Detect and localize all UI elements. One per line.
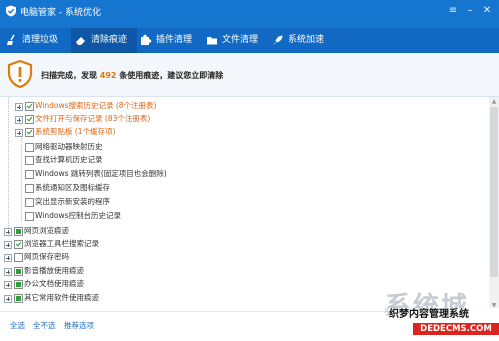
- trace-tree: Windows搜索历史记录 (8个注册表) 文件打开与保存记录 (83个注册表)…: [0, 97, 489, 310]
- tree-item-label: 其它常用软件使用痕迹: [24, 293, 99, 302]
- checkbox[interactable]: [14, 267, 23, 276]
- tree-item-file-open-save[interactable]: 文件打开与保存记录 (83个注册表): [15, 113, 315, 125]
- tree-item-jump-list[interactable]: Windows 跳转列表(固定项目也会删除): [25, 168, 325, 180]
- main-toolbar: 清理垃圾 清除痕迹 插件清理 文件清理 系统加速: [0, 28, 499, 53]
- checkbox[interactable]: [25, 156, 34, 165]
- rocket-icon: [272, 34, 284, 46]
- select-all-link[interactable]: 全选: [10, 320, 25, 331]
- eraser-icon: [75, 34, 87, 46]
- scroll-up-icon[interactable]: ▲: [489, 97, 499, 106]
- checkbox[interactable]: [14, 253, 23, 262]
- tree-item-label: 查找计算机历史记录: [35, 155, 103, 164]
- tree-item-label: 办公文档使用痕迹: [24, 279, 84, 288]
- tree-item-new-programs[interactable]: 突出显示新安装的程序: [25, 196, 325, 208]
- watermark-site-name: 织梦内容管理系统: [389, 308, 499, 322]
- tree-item-console-history[interactable]: Windows控制台历史记录: [25, 210, 325, 222]
- checkbox[interactable]: [25, 115, 34, 124]
- tree-item-label: 影音播放使用痕迹: [24, 266, 84, 275]
- checkbox[interactable]: [14, 280, 23, 289]
- checkbox[interactable]: [25, 143, 34, 152]
- tree-item-saved-passwords[interactable]: 网页保存密码: [4, 251, 304, 263]
- tree-item-label: 浏览器工具栏搜索记录: [24, 239, 99, 248]
- expand-icon[interactable]: [15, 129, 23, 137]
- app-logo-icon: [5, 5, 17, 17]
- checkbox[interactable]: [25, 184, 34, 193]
- tree-item-label: 突出显示新安装的程序: [35, 197, 110, 206]
- checkbox[interactable]: [25, 128, 34, 137]
- trace-count: 492: [99, 71, 117, 80]
- tab-label: 清理垃圾: [22, 35, 59, 45]
- tree-item-label: Windows控制台历史记录: [35, 211, 121, 220]
- scan-summary-suffix: 条使用痕迹，建议您立即清除: [119, 71, 224, 80]
- tree-item-label: 系统剪贴板 (1个缓存项): [35, 127, 116, 136]
- expand-icon[interactable]: [15, 116, 23, 124]
- tree-item-office-docs[interactable]: 办公文档使用痕迹: [4, 278, 304, 290]
- tab-plugin-clean[interactable]: 插件清理: [140, 28, 202, 53]
- tab-label: 系统加速: [288, 35, 325, 45]
- scan-result-banner: 扫描完成，发现 492 条使用痕迹，建议您立即清除: [0, 53, 499, 97]
- tree-item-label: Windows 跳转列表(固定项目也会删除): [35, 169, 167, 178]
- tree-item-label: 文件打开与保存记录 (83个注册表): [35, 114, 151, 123]
- checkbox[interactable]: [14, 240, 23, 249]
- checkbox[interactable]: [25, 170, 34, 179]
- tab-clean-junk[interactable]: 清理垃圾: [4, 28, 68, 53]
- minimize-icon[interactable]: –: [463, 4, 477, 18]
- tree-guide-line: [8, 97, 9, 232]
- watermark-site-url: DEDECMS.COM: [413, 323, 499, 335]
- puzzle-icon: [140, 34, 152, 46]
- tab-clear-traces[interactable]: 清除痕迹: [71, 28, 137, 53]
- tree-item-media-player[interactable]: 影音播放使用痕迹: [4, 265, 304, 277]
- tab-file-clean[interactable]: 文件清理: [206, 28, 268, 53]
- checkbox[interactable]: [14, 294, 23, 303]
- tab-label: 文件清理: [222, 35, 259, 45]
- scrollbar-thumb[interactable]: [490, 107, 498, 277]
- close-icon[interactable]: ✕: [480, 4, 494, 18]
- expand-icon[interactable]: [15, 103, 23, 111]
- tree-item-notification-cache[interactable]: 系统通知区及图标缓存: [25, 182, 325, 194]
- tab-label: 插件清理: [156, 35, 193, 45]
- tree-item-label: 系统通知区及图标缓存: [35, 183, 110, 192]
- tab-label: 清除痕迹: [91, 35, 128, 45]
- expand-icon[interactable]: [4, 254, 12, 262]
- checkbox[interactable]: [25, 212, 34, 221]
- checkbox[interactable]: [25, 102, 34, 111]
- tree-item-other-software[interactable]: 其它常用软件使用痕迹: [4, 292, 304, 304]
- select-none-link[interactable]: 全不选: [33, 320, 56, 331]
- window-title: 电脑管家 - 系统优化: [20, 8, 101, 18]
- warning-shield-icon: [7, 59, 33, 89]
- scan-summary: 扫描完成，发现 492 条使用痕迹，建议您立即清除: [41, 70, 223, 81]
- expand-icon[interactable]: [4, 281, 12, 289]
- tree-item-windows-search[interactable]: Windows搜索历史记录 (8个注册表): [15, 100, 315, 112]
- tree-scrollbar[interactable]: ▲ ▼: [489, 97, 499, 310]
- expand-icon[interactable]: [4, 268, 12, 276]
- tree-item-label: 网络驱动器映射历史: [35, 142, 103, 151]
- tree-item-clipboard[interactable]: 系统剪贴板 (1个缓存项): [15, 126, 315, 138]
- expand-icon[interactable]: [4, 228, 12, 236]
- tree-item-toolbar-search[interactable]: 浏览器工具栏搜索记录: [4, 238, 304, 250]
- expand-icon[interactable]: [4, 241, 12, 249]
- expand-icon[interactable]: [4, 295, 12, 303]
- folder-icon: [206, 34, 218, 46]
- tree-item-label: 网页浏览痕迹: [24, 226, 69, 235]
- tree-item-network-drive[interactable]: 网络驱动器映射历史: [25, 141, 325, 153]
- tree-item-find-computer[interactable]: 查找计算机历史记录: [25, 154, 325, 166]
- broom-icon: [6, 34, 18, 46]
- tree-item-label: 网页保存密码: [24, 252, 69, 261]
- watermark: 系统城 xitongcheng 织梦内容管理系统 DEDECMS.COM: [350, 280, 499, 340]
- tree-item-web-browsing[interactable]: 网页浏览痕迹: [4, 225, 304, 237]
- checkbox[interactable]: [25, 198, 34, 207]
- tab-system-speedup[interactable]: 系统加速: [272, 28, 334, 53]
- title-bar: 电脑管家 - 系统优化 ≡ – ✕: [0, 0, 499, 28]
- tree-item-label: Windows搜索历史记录 (8个注册表): [35, 101, 157, 110]
- menu-icon[interactable]: ≡: [446, 4, 460, 18]
- checkbox[interactable]: [14, 227, 23, 236]
- recommended-link[interactable]: 推荐选项: [64, 320, 94, 331]
- tree-guide-line: [21, 135, 22, 221]
- scan-summary-prefix: 扫描完成，发现: [41, 71, 97, 80]
